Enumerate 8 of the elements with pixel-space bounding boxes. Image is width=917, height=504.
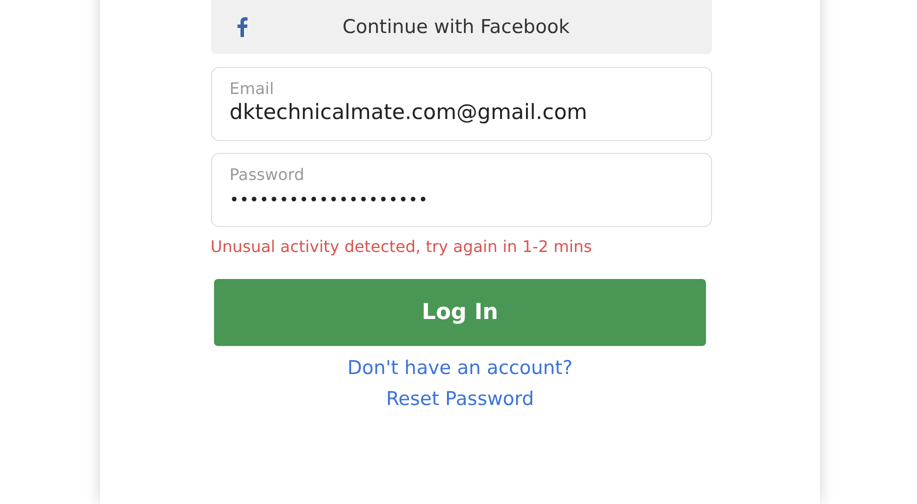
error-message: Unusual activity detected, try again in 1-2 mins xyxy=(210,237,593,256)
email-field[interactable]: Email dktechnicalmate.com@gmail.com xyxy=(210,67,712,141)
link[interactable]: Don't have an account? xyxy=(347,358,573,379)
password-field[interactable]: Password •••••••••••••••••••• xyxy=(210,153,712,227)
facebook-button[interactable]: Continue with Facebook xyxy=(210,0,712,54)
login-button[interactable]: Log In xyxy=(214,279,706,346)
link[interactable]: Reset Password xyxy=(386,389,534,410)
facebook-icon xyxy=(236,17,248,37)
